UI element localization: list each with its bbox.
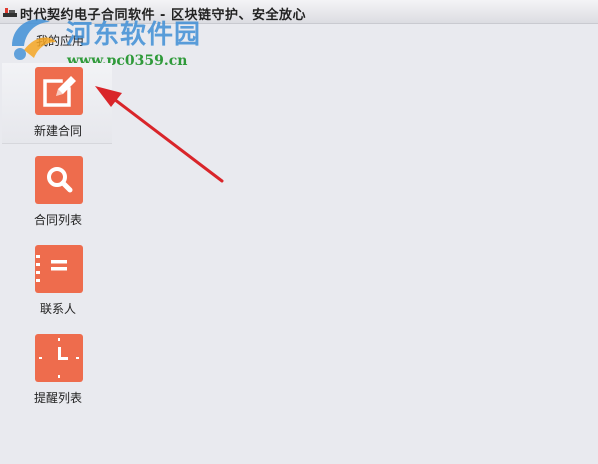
nav-item-new-contract[interactable]: 新建合同: [2, 63, 112, 144]
nav-label-contract-list: 合同列表: [33, 213, 82, 227]
search-icon: [47, 167, 73, 193]
nav-label-contacts: 联系人: [39, 302, 76, 316]
clock-icon: [39, 338, 79, 378]
new-contract-tile[interactable]: [35, 67, 83, 115]
edit-icon: [43, 76, 76, 107]
nav-label-new-contract: 新建合同: [33, 124, 82, 138]
contract-list-tile[interactable]: [35, 156, 83, 204]
title-bar: 时代契约电子合同软件 - 区块链守护、安全放心: [0, 0, 598, 24]
reminder-list-tile[interactable]: [35, 334, 83, 382]
nav-item-contacts[interactable]: 联系人: [2, 245, 112, 325]
nav-item-reminder-list[interactable]: 提醒列表: [2, 334, 112, 414]
notebook-icon: [36, 255, 67, 282]
app-logo-icon: [3, 8, 17, 17]
nav-label-reminder-list: 提醒列表: [33, 391, 82, 405]
window-title: 时代契约电子合同软件 - 区块链守护、安全放心: [20, 8, 306, 23]
nav-item-contract-list[interactable]: 合同列表: [2, 156, 112, 236]
my-apps-label: 我的应用: [36, 34, 85, 48]
contacts-tile[interactable]: [35, 245, 83, 293]
